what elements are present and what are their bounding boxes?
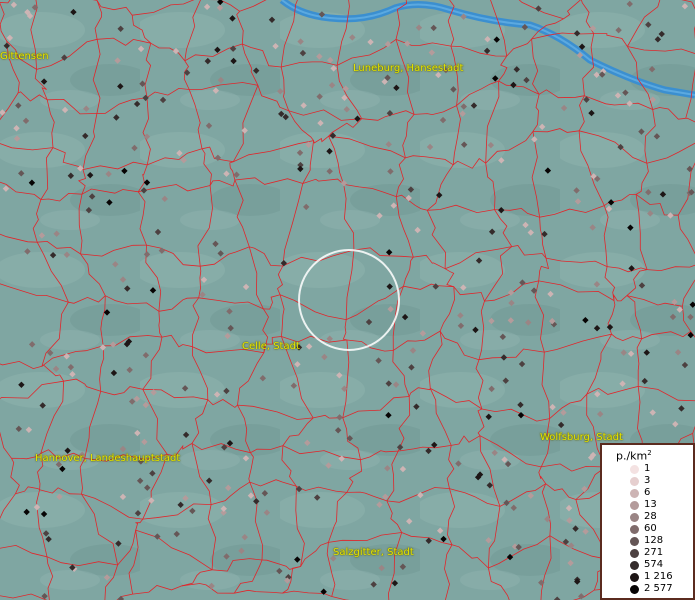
legend-swatch (630, 549, 639, 558)
legend-swatch (630, 537, 639, 546)
legend-swatch (630, 465, 639, 474)
city-label-wolfsburg: Wolfsburg, Stadt (540, 432, 623, 443)
legend-swatch (630, 513, 639, 522)
legend-entry: 574 (602, 559, 695, 571)
legend-entry: 128 (602, 535, 695, 547)
legend-swatch (630, 477, 639, 486)
city-label-celle: Celle, Stadt (242, 341, 300, 352)
legend-entry: 1 216 (602, 571, 695, 583)
legend-entry: 1 (602, 463, 695, 475)
city-label-gittensen: Gittensen (0, 51, 49, 62)
legend-swatch (630, 573, 639, 582)
legend-entry: 60 (602, 523, 695, 535)
legend-entry: 271 (602, 547, 695, 559)
legend-swatch (630, 501, 639, 510)
legend-swatch (630, 525, 639, 534)
city-label-salzgitter: Salzgitter, Stadt (333, 547, 414, 558)
map-view[interactable]: Gittensen Luneburg, Hansestadt Celle, St… (0, 0, 695, 600)
legend-entry: 3 (602, 475, 695, 487)
legend-entry: 13 (602, 499, 695, 511)
city-label-lueneburg: Luneburg, Hansestadt (353, 63, 464, 74)
legend-entry: 28 (602, 511, 695, 523)
density-legend: p./km2 1 3 6 13 28 60 128 271 574 1 216 … (600, 443, 695, 600)
map-canvas[interactable] (0, 0, 695, 600)
legend-swatch (630, 585, 639, 594)
legend-title: p./km2 (616, 449, 652, 463)
legend-entry: 6 (602, 487, 695, 499)
legend-swatch (630, 489, 639, 498)
legend-entry: 2 577 (602, 583, 695, 595)
city-label-hannover: Hannover, Landeshauptstadt (35, 453, 181, 464)
legend-swatch (630, 561, 639, 570)
